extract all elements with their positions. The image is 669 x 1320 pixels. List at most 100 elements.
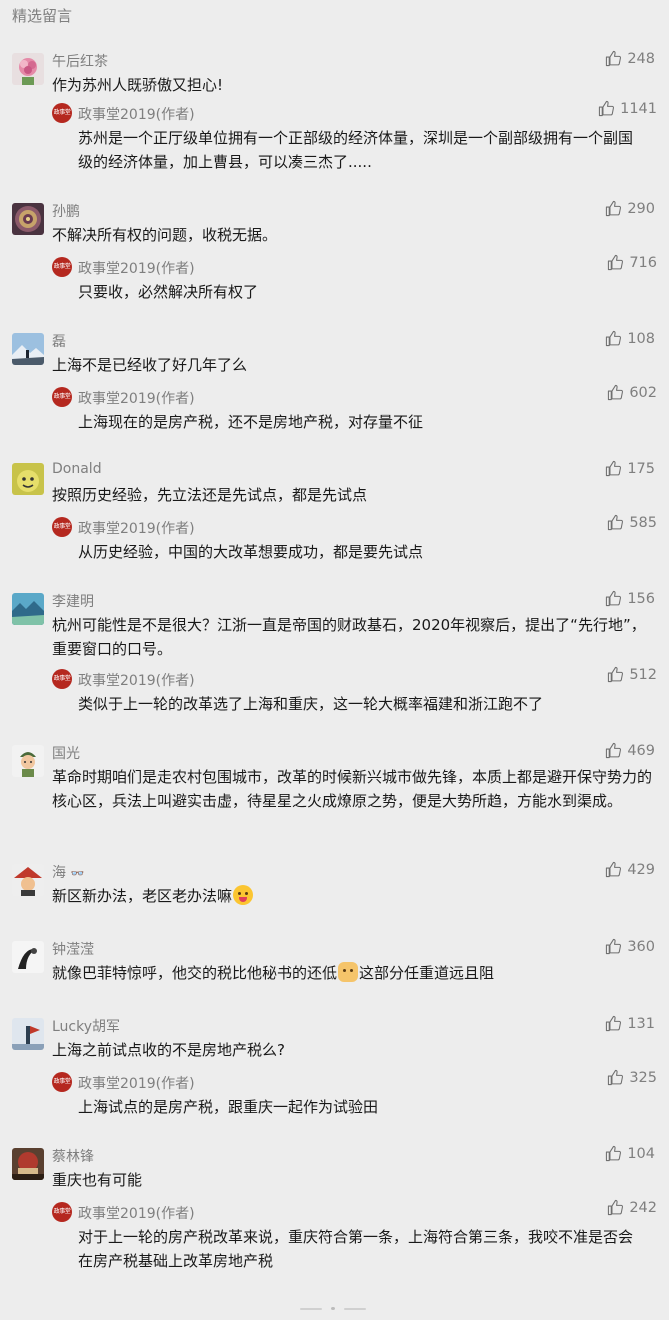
thumb-up-icon: [608, 384, 624, 401]
like-button[interactable]: 175: [605, 460, 655, 477]
like-button[interactable]: 290: [605, 200, 655, 217]
like-button[interactable]: 360: [605, 938, 655, 955]
comment-text: 新区新办法，老区老办法嘛: [52, 884, 652, 908]
avatar[interactable]: [12, 593, 44, 625]
thumb-up-icon: [606, 1145, 622, 1162]
comment-text: 按照历史经验，先立法还是先试点，都是先试点: [52, 486, 368, 504]
like-button[interactable]: 104: [605, 1145, 655, 1162]
comment-text: 就像巴菲特惊呼，他交的税比他秘书的还低 这部分任重道远且阻: [52, 962, 495, 982]
comment-text: 上海不是已经收了好几年了么: [52, 356, 248, 374]
author-avatar: 政事堂: [52, 257, 72, 277]
avatar[interactable]: [12, 53, 44, 85]
reply-text: 上海试点的是房产税，跟重庆一起作为试验田: [78, 1098, 379, 1116]
end-divider: [300, 1307, 370, 1311]
like-button[interactable]: 325: [607, 1069, 657, 1086]
reply-text: 从历史经验，中国的大改革想要成功，都是要先试点: [78, 543, 424, 561]
author-avatar: 政事堂: [52, 387, 72, 407]
reply-author-name: 政事堂2019(作者): [78, 673, 195, 689]
commenter-name[interactable]: 蔡林锋: [52, 1146, 94, 1166]
like-count: 131: [627, 1015, 655, 1032]
like-count: 175: [627, 460, 655, 477]
like-count: 360: [627, 938, 655, 955]
reply-text: 只要收，必然解决所有权了: [78, 283, 259, 301]
avatar[interactable]: [12, 203, 44, 235]
like-button[interactable]: 716: [607, 254, 657, 271]
author-avatar: 政事堂: [52, 103, 72, 123]
thumb-up-icon: [598, 100, 615, 117]
thumb-up-icon: [606, 330, 622, 347]
like-count: 325: [629, 1069, 657, 1086]
thumb-up-icon: [606, 590, 622, 607]
cat-emoji-icon: [338, 962, 359, 982]
avatar[interactable]: [12, 745, 44, 777]
thumb-up-icon: [606, 938, 622, 955]
like-count: 248: [627, 50, 655, 67]
thumb-up-icon: [606, 460, 622, 477]
reply-text: 苏州是一个正厅级单位拥有一个正部级的经济体量，深圳是一个副部级拥有一个副国级的经…: [78, 129, 634, 171]
comment-text: 作为苏州人既骄傲又担心!: [52, 76, 224, 94]
avatar[interactable]: [12, 1148, 44, 1180]
author-avatar: 政事堂: [52, 1202, 72, 1222]
like-button[interactable]: 585: [607, 514, 657, 531]
avatar[interactable]: [12, 864, 44, 896]
thumb-up-icon: [608, 1199, 624, 1216]
like-button[interactable]: 512: [607, 666, 657, 683]
thumb-up-icon: [608, 666, 624, 683]
commenter-name[interactable]: 磊: [52, 331, 66, 351]
like-count: 290: [627, 200, 655, 217]
like-count: 156: [627, 590, 655, 607]
like-button[interactable]: 248: [605, 50, 655, 67]
thumb-up-icon: [608, 254, 624, 271]
commenter-name[interactable]: Lucky胡军: [52, 1016, 120, 1036]
commenter-name[interactable]: Donald: [52, 461, 102, 477]
tongue-emoji-icon: [233, 885, 254, 905]
author-avatar: 政事堂: [52, 517, 72, 537]
like-count: 469: [627, 742, 655, 759]
thumb-up-icon: [608, 514, 624, 531]
thumb-up-icon: [606, 200, 622, 217]
reply-author-name: 政事堂2019(作者): [78, 1076, 195, 1092]
commenter-name[interactable]: 国光: [52, 743, 80, 763]
commenter-name[interactable]: 午后红茶: [52, 51, 108, 71]
reply-text: 对于上一轮的房产税改革来说，重庆符合第一条，上海符合第三条，我咬不准是否会在房产…: [78, 1228, 634, 1270]
like-button[interactable]: 602: [607, 384, 657, 401]
like-count: 104: [627, 1145, 655, 1162]
like-count: 108: [627, 330, 655, 347]
reply-author-name: 政事堂2019(作者): [78, 521, 195, 537]
thumb-up-icon: [606, 742, 622, 759]
like-count: 429: [627, 861, 655, 878]
reply-author-name: 政事堂2019(作者): [78, 391, 195, 407]
commenter-name[interactable]: 钟滢滢: [52, 939, 94, 959]
comment-text: 革命时期咱们是走农村包围城市，改革的时候新兴城市做先锋，本质上都是避开保守势力的…: [52, 768, 653, 810]
thumb-up-icon: [606, 50, 622, 67]
like-button[interactable]: 1141: [598, 100, 657, 117]
avatar[interactable]: [12, 941, 44, 973]
like-count: 512: [629, 666, 657, 683]
commenter-name[interactable]: 孙鹏: [52, 201, 80, 221]
avatar[interactable]: [12, 333, 44, 365]
like-button[interactable]: 469: [605, 742, 655, 759]
like-count: 1141: [620, 100, 657, 117]
commenter-name[interactable]: 李建明: [52, 591, 94, 611]
reply-author-name: 政事堂2019(作者): [78, 1206, 195, 1222]
commenter-name[interactable]: 海 👓: [52, 862, 84, 882]
avatar[interactable]: [12, 463, 44, 495]
reply-text: 上海现在的是房产税，还不是房地产税，对存量不征: [78, 413, 424, 431]
reply-text: 类似于上一轮的改革选了上海和重庆，这一轮大概率福建和浙江跑不了: [78, 695, 544, 713]
like-button[interactable]: 242: [607, 1199, 657, 1216]
reply-author-name: 政事堂2019(作者): [78, 107, 195, 123]
thumb-up-icon: [608, 1069, 624, 1086]
like-button[interactable]: 156: [605, 590, 655, 607]
section-title: 精选留言: [12, 7, 73, 25]
avatar[interactable]: [12, 1018, 44, 1050]
like-button[interactable]: 131: [605, 1015, 655, 1032]
like-count: 585: [629, 514, 657, 531]
like-count: 242: [629, 1199, 657, 1216]
like-button[interactable]: 108: [605, 330, 655, 347]
comment-text: 上海之前试点收的不是房地产税么?: [52, 1041, 285, 1059]
thumb-up-icon: [606, 1015, 622, 1032]
comment-text: 重庆也有可能: [52, 1171, 143, 1189]
like-button[interactable]: 429: [605, 861, 655, 878]
like-count: 716: [629, 254, 657, 271]
like-count: 602: [629, 384, 657, 401]
